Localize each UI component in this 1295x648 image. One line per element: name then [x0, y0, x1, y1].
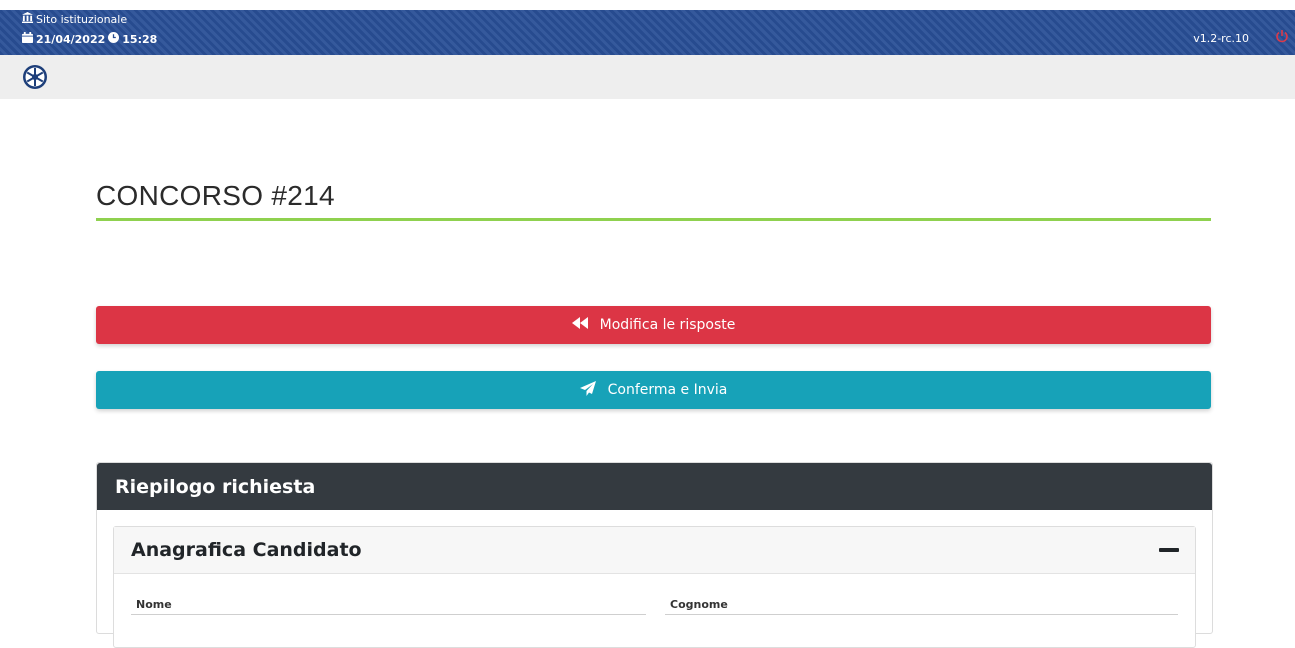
confirm-send-label: Conferma e Invia [607, 382, 728, 398]
collapse-button[interactable] [1159, 544, 1179, 556]
site-label: Sito istituzionale [36, 12, 128, 26]
field-nome: Nome [131, 598, 646, 615]
fast-backward-icon [571, 317, 588, 333]
datetime: 21/04/2022 15:28 [22, 32, 157, 46]
candidate-card-title: Anagrafica Candidato [131, 539, 362, 561]
time-value: 15:28 [122, 32, 158, 46]
modify-answers-button[interactable]: Modifica le risposte [96, 306, 1211, 344]
summary-card: Riepilogo richiesta Anagrafica Candidato… [96, 462, 1213, 648]
version-label: v1.2-rc.10 [1193, 32, 1249, 45]
minus-icon [1159, 548, 1179, 552]
field-label-nome: Nome [136, 598, 172, 611]
modify-answers-label: Modifica le risposte [599, 317, 736, 333]
page-title: CONCORSO #214 [96, 180, 1211, 221]
candidate-card: Anagrafica Candidato Nome Cognome [113, 526, 1196, 648]
calendar-icon [22, 32, 33, 46]
confirm-send-button[interactable]: Conferma e Invia [96, 371, 1211, 409]
paper-plane-icon [579, 380, 596, 400]
field-label-cognome: Cognome [670, 598, 728, 611]
app-logo[interactable] [22, 64, 48, 90]
sub-bar [0, 55, 1295, 99]
clock-icon [108, 32, 120, 46]
top-bar: Sito istituzionale 21/04/2022 15:28 v1.2… [0, 10, 1295, 55]
summary-header: Riepilogo richiesta [97, 463, 1212, 510]
field-cognome: Cognome [665, 598, 1178, 615]
power-icon[interactable] [1275, 29, 1289, 47]
candidate-card-header: Anagrafica Candidato [114, 527, 1195, 574]
institution-icon [22, 12, 33, 26]
date-value: 21/04/2022 [36, 32, 106, 46]
site-link[interactable]: Sito istituzionale [22, 12, 127, 26]
